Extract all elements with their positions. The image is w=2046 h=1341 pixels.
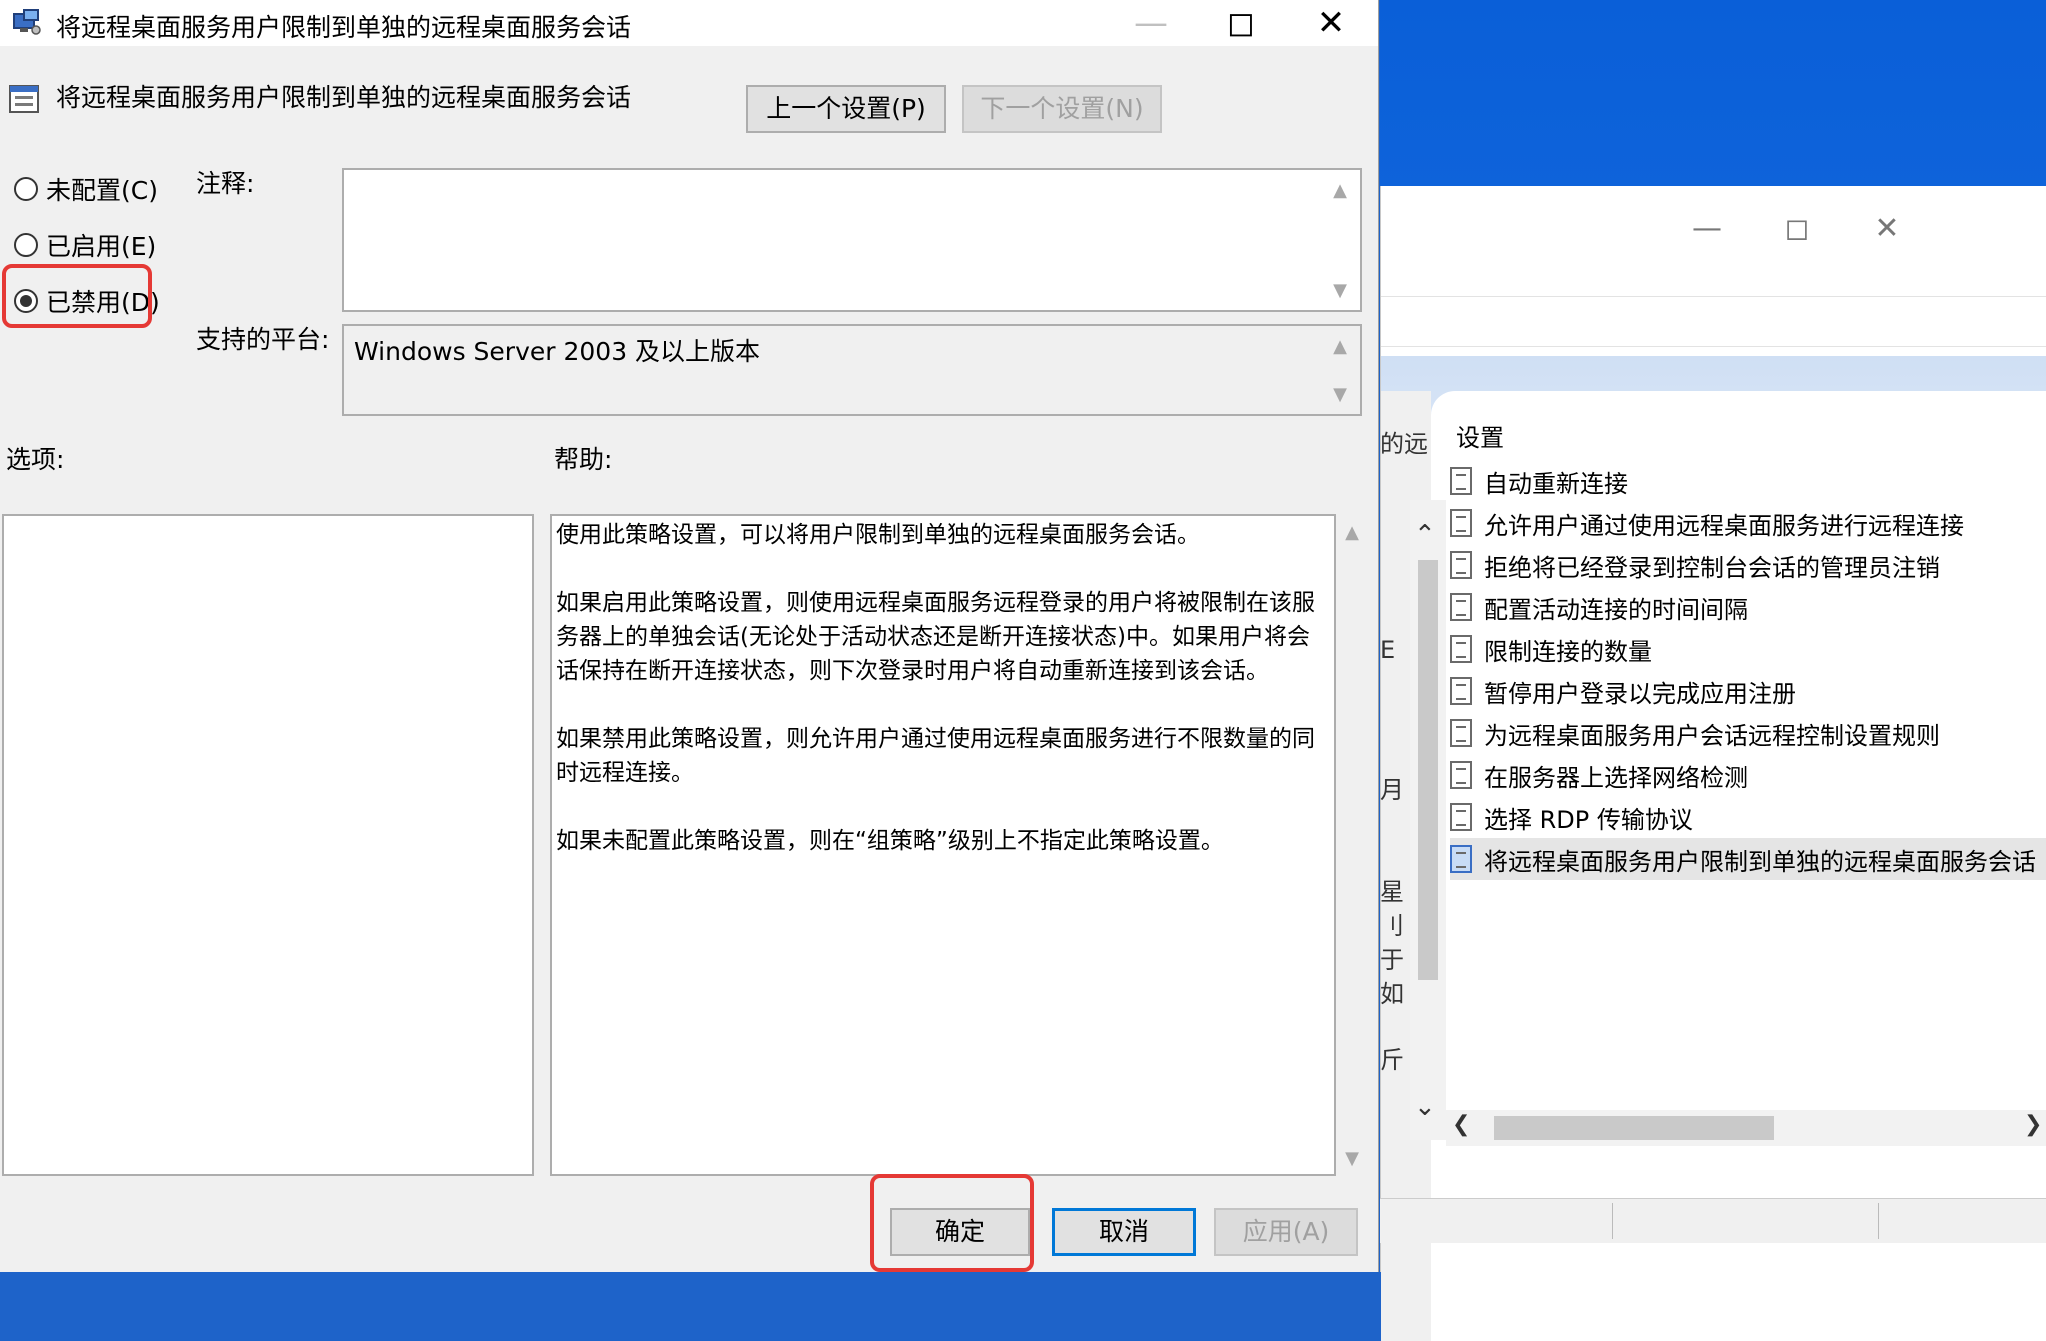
minimize-icon: — [1134, 3, 1168, 43]
policy-setting-icon [9, 85, 39, 113]
list-item[interactable]: 允许用户通过使用远程桌面服务进行远程连接 [1450, 502, 2046, 544]
list-item[interactable]: 暂停用户登录以完成应用注册 [1450, 670, 2046, 712]
policy-setting-icon [1450, 677, 1472, 705]
list-item[interactable]: 自动重新连接 [1450, 460, 2046, 502]
bg-partial-text: E [1380, 636, 1396, 664]
bg-horizontal-scroll-thumb[interactable] [1494, 1116, 1774, 1140]
bg-partial-text: 的远 [1380, 430, 1428, 458]
scroll-up-icon[interactable]: ⌃ [1414, 520, 1436, 550]
highlight-ok-button [870, 1174, 1034, 1272]
status-divider [1878, 1203, 1879, 1239]
dialog-title: 将远程桌面服务用户限制到单独的远程桌面服务会话 [56, 13, 632, 42]
bg-horizontal-scrollbar[interactable] [1446, 1110, 2046, 1146]
group-policy-icon [13, 9, 41, 35]
policy-setting-icon [1450, 635, 1472, 663]
bg-close-icon[interactable]: ✕ [1857, 204, 1917, 254]
previous-setting-button[interactable]: 上一个设置(P) [746, 85, 946, 133]
bg-status-bar [1380, 1198, 2046, 1243]
close-icon[interactable]: ✕ [1286, 0, 1376, 46]
scroll-down-icon[interactable]: ⌄ [1414, 1092, 1436, 1122]
settings-column-header[interactable]: 设置 [1456, 418, 1504, 453]
list-item[interactable]: 为远程桌面服务用户会话远程控制设置规则 [1450, 712, 2046, 754]
bg-partial-text: 月 [1380, 776, 1404, 804]
help-paragraph: 使用此策略设置，可以将用户限制到单独的远程桌面服务会话。 [556, 522, 1200, 548]
bg-partial-text: 刂 [1380, 912, 1404, 940]
policy-setting-icon [1450, 845, 1472, 873]
scroll-down-icon[interactable]: ▼ [1328, 280, 1352, 301]
help-text: 使用此策略设置，可以将用户限制到单独的远程桌面服务会话。 如果启用此策略设置，则… [556, 518, 1326, 892]
bg-partial-text: 星 [1380, 878, 1404, 906]
policy-setting-icon [1450, 803, 1472, 831]
next-setting-button: 下一个设置(N) [962, 85, 1162, 133]
scroll-down-icon[interactable]: ▼ [1328, 384, 1352, 405]
list-item[interactable]: 限制连接的数量 [1450, 628, 2046, 670]
policy-setting-icon [1450, 719, 1472, 747]
bg-partial-text: 斤 [1380, 1046, 1404, 1074]
policy-setting-icon [1450, 551, 1472, 579]
options-label: 选项: [6, 445, 65, 474]
cancel-button[interactable]: 取消 [1052, 1208, 1196, 1256]
policy-setting-icon [1450, 509, 1472, 537]
policy-setting-dialog: 将远程桌面服务用户限制到单独的远程桌面服务会话 — ◻ ✕ 将远程桌面服务用户限… [0, 0, 1379, 1272]
list-item-selected[interactable]: 将远程桌面服务用户限制到单独的远程桌面服务会话 [1450, 838, 2046, 880]
highlight-disabled-option [2, 264, 152, 328]
maximize-icon[interactable]: ◻ [1196, 0, 1286, 46]
bg-partial-text: 于 [1380, 946, 1404, 974]
platform-field: Windows Server 2003 及以上版本 [342, 324, 1362, 416]
help-paragraph: 如果禁用此策略设置，则允许用户通过使用远程桌面服务进行不限数量的同时远程连接。 [556, 726, 1315, 786]
help-paragraph: 如果未配置此策略设置，则在“组策略”级别上不指定此策略设置。 [556, 828, 1224, 854]
scroll-up-icon[interactable]: ▲ [1340, 522, 1364, 543]
bg-vertical-scroll-thumb[interactable] [1418, 560, 1438, 980]
policy-setting-icon [1450, 761, 1472, 789]
scroll-right-icon[interactable]: ❯ [2024, 1112, 2042, 1137]
bg-partial-text: 如 [1380, 980, 1404, 1008]
comment-label: 注释: [196, 169, 255, 198]
policy-setting-icon [1450, 593, 1472, 621]
radio-circle[interactable] [14, 233, 38, 257]
bg-toolbar-divider [1381, 346, 2046, 347]
scroll-up-icon[interactable]: ▲ [1328, 336, 1352, 357]
radio-not-configured[interactable]: 未配置(C) [14, 169, 158, 209]
list-item[interactable]: 拒绝将已经登录到控制台会话的管理员注销 [1450, 544, 2046, 586]
list-item[interactable]: 在服务器上选择网络检测 [1450, 754, 2046, 796]
apply-button: 应用(A) [1214, 1208, 1358, 1256]
options-panel [2, 514, 534, 1176]
list-item[interactable]: 选择 RDP 传输协议 [1450, 796, 2046, 838]
settings-list: 自动重新连接 允许用户通过使用远程桌面服务进行远程连接 拒绝将已经登录到控制台会… [1450, 460, 2046, 880]
bg-menubar-divider [1381, 296, 2046, 297]
comment-field[interactable] [342, 168, 1362, 312]
bg-vertical-scrollbar[interactable] [1410, 500, 1446, 1140]
radio-circle[interactable] [14, 177, 38, 201]
platform-value: Windows Server 2003 及以上版本 [354, 337, 761, 366]
status-divider [1612, 1203, 1613, 1239]
policy-setting-icon [1450, 467, 1472, 495]
bg-minimize-icon[interactable]: — [1677, 204, 1737, 254]
list-item[interactable]: 配置活动连接的时间间隔 [1450, 586, 2046, 628]
scroll-left-icon[interactable]: ❮ [1452, 1112, 1470, 1137]
scroll-up-icon[interactable]: ▲ [1328, 180, 1352, 201]
bg-maximize-icon[interactable]: ◻ [1767, 204, 1827, 254]
platform-label: 支持的平台: [196, 325, 330, 354]
scroll-down-icon[interactable]: ▼ [1340, 1148, 1364, 1169]
policy-header-title: 将远程桌面服务用户限制到单独的远程桌面服务会话 [56, 83, 632, 112]
help-paragraph: 如果启用此策略设置，则使用远程桌面服务远程登录的用户将被限制在该服务器上的单独会… [556, 590, 1315, 684]
help-label: 帮助: [554, 445, 613, 474]
radio-enabled[interactable]: 已启用(E) [14, 225, 156, 265]
